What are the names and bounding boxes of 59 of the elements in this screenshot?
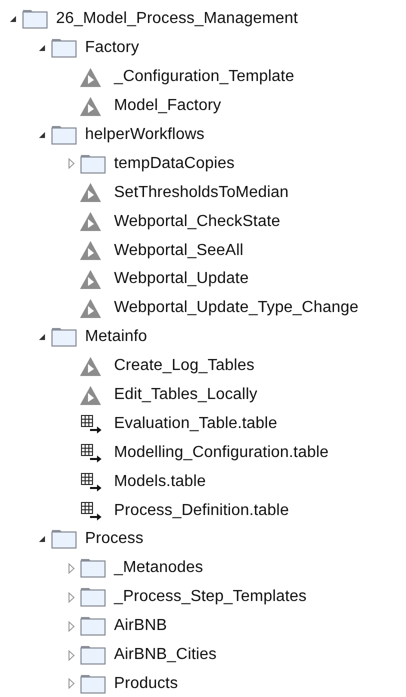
collapsed-caret-icon[interactable] xyxy=(68,562,74,574)
tree-item-label[interactable]: Factory xyxy=(85,39,140,58)
tree-item-label[interactable]: Edit_Tables_Locally xyxy=(114,386,258,404)
tree-item-label[interactable]: _Configuration_Template xyxy=(114,68,294,86)
tree-item-label[interactable]: Models.table xyxy=(114,472,206,491)
tree-item-label[interactable]: _Metanodes xyxy=(114,559,204,578)
tree-item-label[interactable]: Process xyxy=(85,530,144,548)
folder-icon xyxy=(80,154,106,174)
table-arrow-icon xyxy=(80,500,102,521)
tree-item-label[interactable]: Modelling_Configuration.table xyxy=(114,444,329,462)
folder-icon xyxy=(80,616,106,636)
triangle-play-icon xyxy=(80,212,101,232)
triangle-play-icon xyxy=(80,96,101,116)
expanded-caret-icon[interactable] xyxy=(38,535,46,544)
triangle-play-icon xyxy=(80,386,101,405)
collapsed-caret-icon[interactable] xyxy=(68,620,74,632)
collapsed-caret-icon[interactable] xyxy=(68,650,74,661)
tree-item-label[interactable]: Model_Factory xyxy=(114,97,222,116)
tree-item-label[interactable]: tempDataCopies xyxy=(114,154,235,173)
tree-item-label[interactable]: AirBNB_Cities xyxy=(114,646,217,664)
tree-item-label[interactable]: 26_Model_Process_Management xyxy=(56,10,298,28)
folder-icon xyxy=(80,587,106,608)
triangle-play-icon xyxy=(80,241,101,260)
collapsed-caret-icon[interactable] xyxy=(68,678,74,690)
triangle-play-icon xyxy=(80,270,101,289)
expanded-caret-icon[interactable] xyxy=(38,333,46,342)
tree-item-label[interactable]: Metainfo xyxy=(85,328,148,346)
tree-item-label[interactable]: Create_Log_Tables xyxy=(114,357,254,376)
table-arrow-icon xyxy=(80,442,102,463)
tree-item-label[interactable]: Webportal_CheckState xyxy=(114,212,280,231)
collapsed-caret-icon[interactable] xyxy=(68,592,74,603)
tree-item-label[interactable]: SetThresholdsToMedian xyxy=(114,184,289,202)
expanded-caret-icon[interactable] xyxy=(38,131,46,139)
table-arrow-icon xyxy=(80,414,102,434)
tree-item-label[interactable]: Webportal_Update_Type_Change xyxy=(114,299,358,318)
triangle-play-icon xyxy=(80,183,101,202)
folder-icon xyxy=(80,674,106,694)
folder-icon xyxy=(51,529,77,550)
expanded-caret-icon[interactable] xyxy=(9,15,17,24)
triangle-play-icon xyxy=(80,298,101,318)
tree-item-label[interactable]: Process_Definition.table xyxy=(114,502,289,520)
folder-icon xyxy=(51,38,77,58)
tree-item-label[interactable]: AirBNB xyxy=(114,617,168,636)
tree-item-label[interactable]: Products xyxy=(114,674,178,693)
triangle-play-icon xyxy=(80,68,101,87)
expanded-caret-icon[interactable] xyxy=(38,44,46,52)
tree-item-label[interactable]: Webportal_SeeAll xyxy=(114,242,244,260)
folder-icon xyxy=(51,125,77,145)
table-arrow-icon xyxy=(80,472,102,492)
tree-item-label[interactable]: Evaluation_Table.table xyxy=(114,414,278,433)
triangle-play-icon xyxy=(80,356,101,376)
folder-icon xyxy=(22,9,48,30)
collapsed-caret-icon[interactable] xyxy=(68,158,74,170)
tree-item-label[interactable]: _Process_Step_Templates xyxy=(114,588,307,606)
folder-icon xyxy=(80,558,106,578)
folder-icon xyxy=(80,645,106,666)
folder-icon xyxy=(51,327,77,348)
tree-item-label[interactable]: helperWorkflows xyxy=(85,126,204,144)
tree-item-label[interactable]: Webportal_Update xyxy=(114,270,249,288)
